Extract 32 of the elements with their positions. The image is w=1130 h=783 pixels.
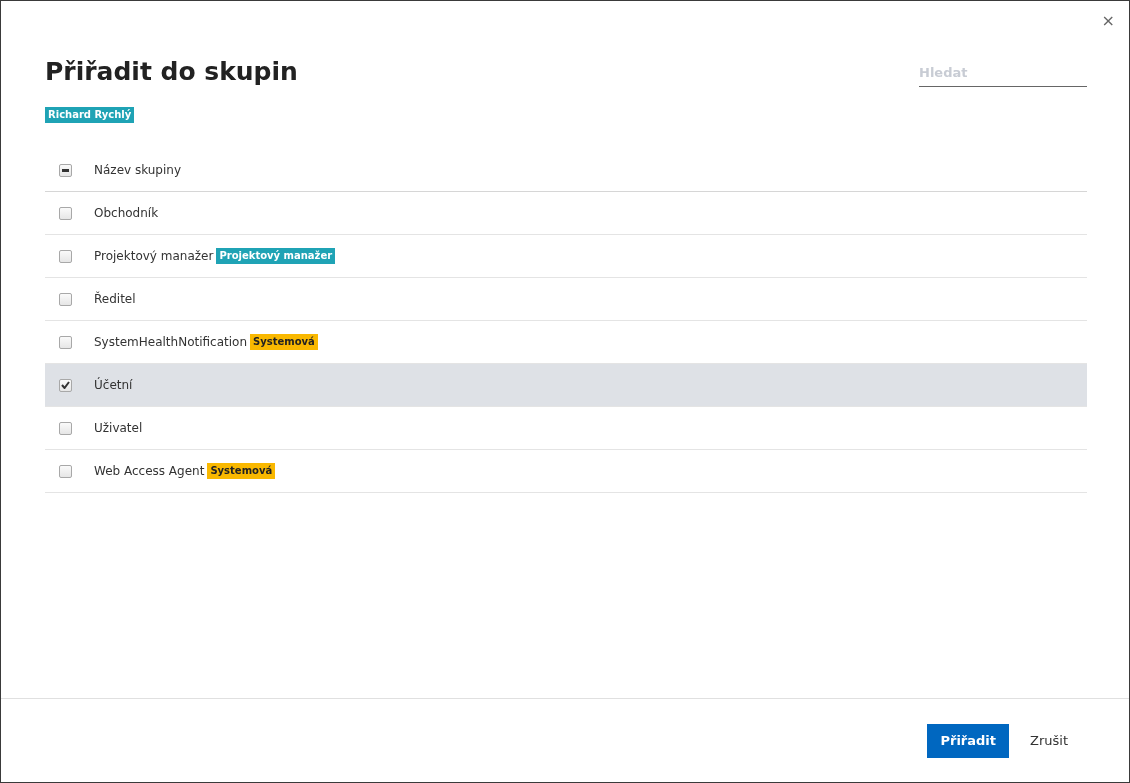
group-row[interactable]: Web Access Agent Systemová [45, 450, 1087, 493]
cancel-button[interactable]: Zrušit [1017, 723, 1081, 758]
dialog-title: Přiřadit do skupin [45, 57, 298, 86]
checkbox[interactable] [59, 464, 72, 478]
checkbox[interactable] [59, 335, 72, 349]
group-name: Ředitel [94, 292, 136, 306]
group-tag: Systemová [250, 334, 318, 350]
group-name: Projektový manažer [94, 249, 214, 263]
checkbox[interactable] [59, 292, 72, 306]
group-row[interactable]: Účetní [45, 364, 1087, 407]
group-row[interactable]: Ředitel [45, 278, 1087, 321]
group-row[interactable]: Projektový manažer Projektový manažer [45, 235, 1087, 278]
checkbox[interactable] [59, 378, 72, 392]
group-name: Účetní [94, 378, 133, 392]
group-tag: Projektový manažer [216, 248, 336, 264]
group-row[interactable]: Uživatel [45, 407, 1087, 450]
group-tag: Systemová [207, 463, 276, 479]
checkbox[interactable] [59, 206, 72, 220]
group-name: SystemHealthNotification [94, 335, 247, 349]
checkbox[interactable] [59, 163, 72, 177]
group-row[interactable]: Obchodník [45, 192, 1087, 235]
user-tag: Richard Rychlý [45, 107, 135, 123]
group-name: Obchodník [94, 206, 159, 220]
assign-button[interactable]: Přiřadit [927, 723, 1009, 758]
group-name: Uživatel [94, 421, 143, 435]
checkbox[interactable] [59, 421, 72, 435]
dash-icon [62, 168, 69, 172]
close-button[interactable]: × [1099, 13, 1117, 29]
group-name: Web Access Agent [94, 464, 205, 478]
checkmark-icon [61, 381, 70, 389]
checkbox[interactable] [59, 249, 72, 263]
column-header: Název skupiny [94, 163, 182, 177]
